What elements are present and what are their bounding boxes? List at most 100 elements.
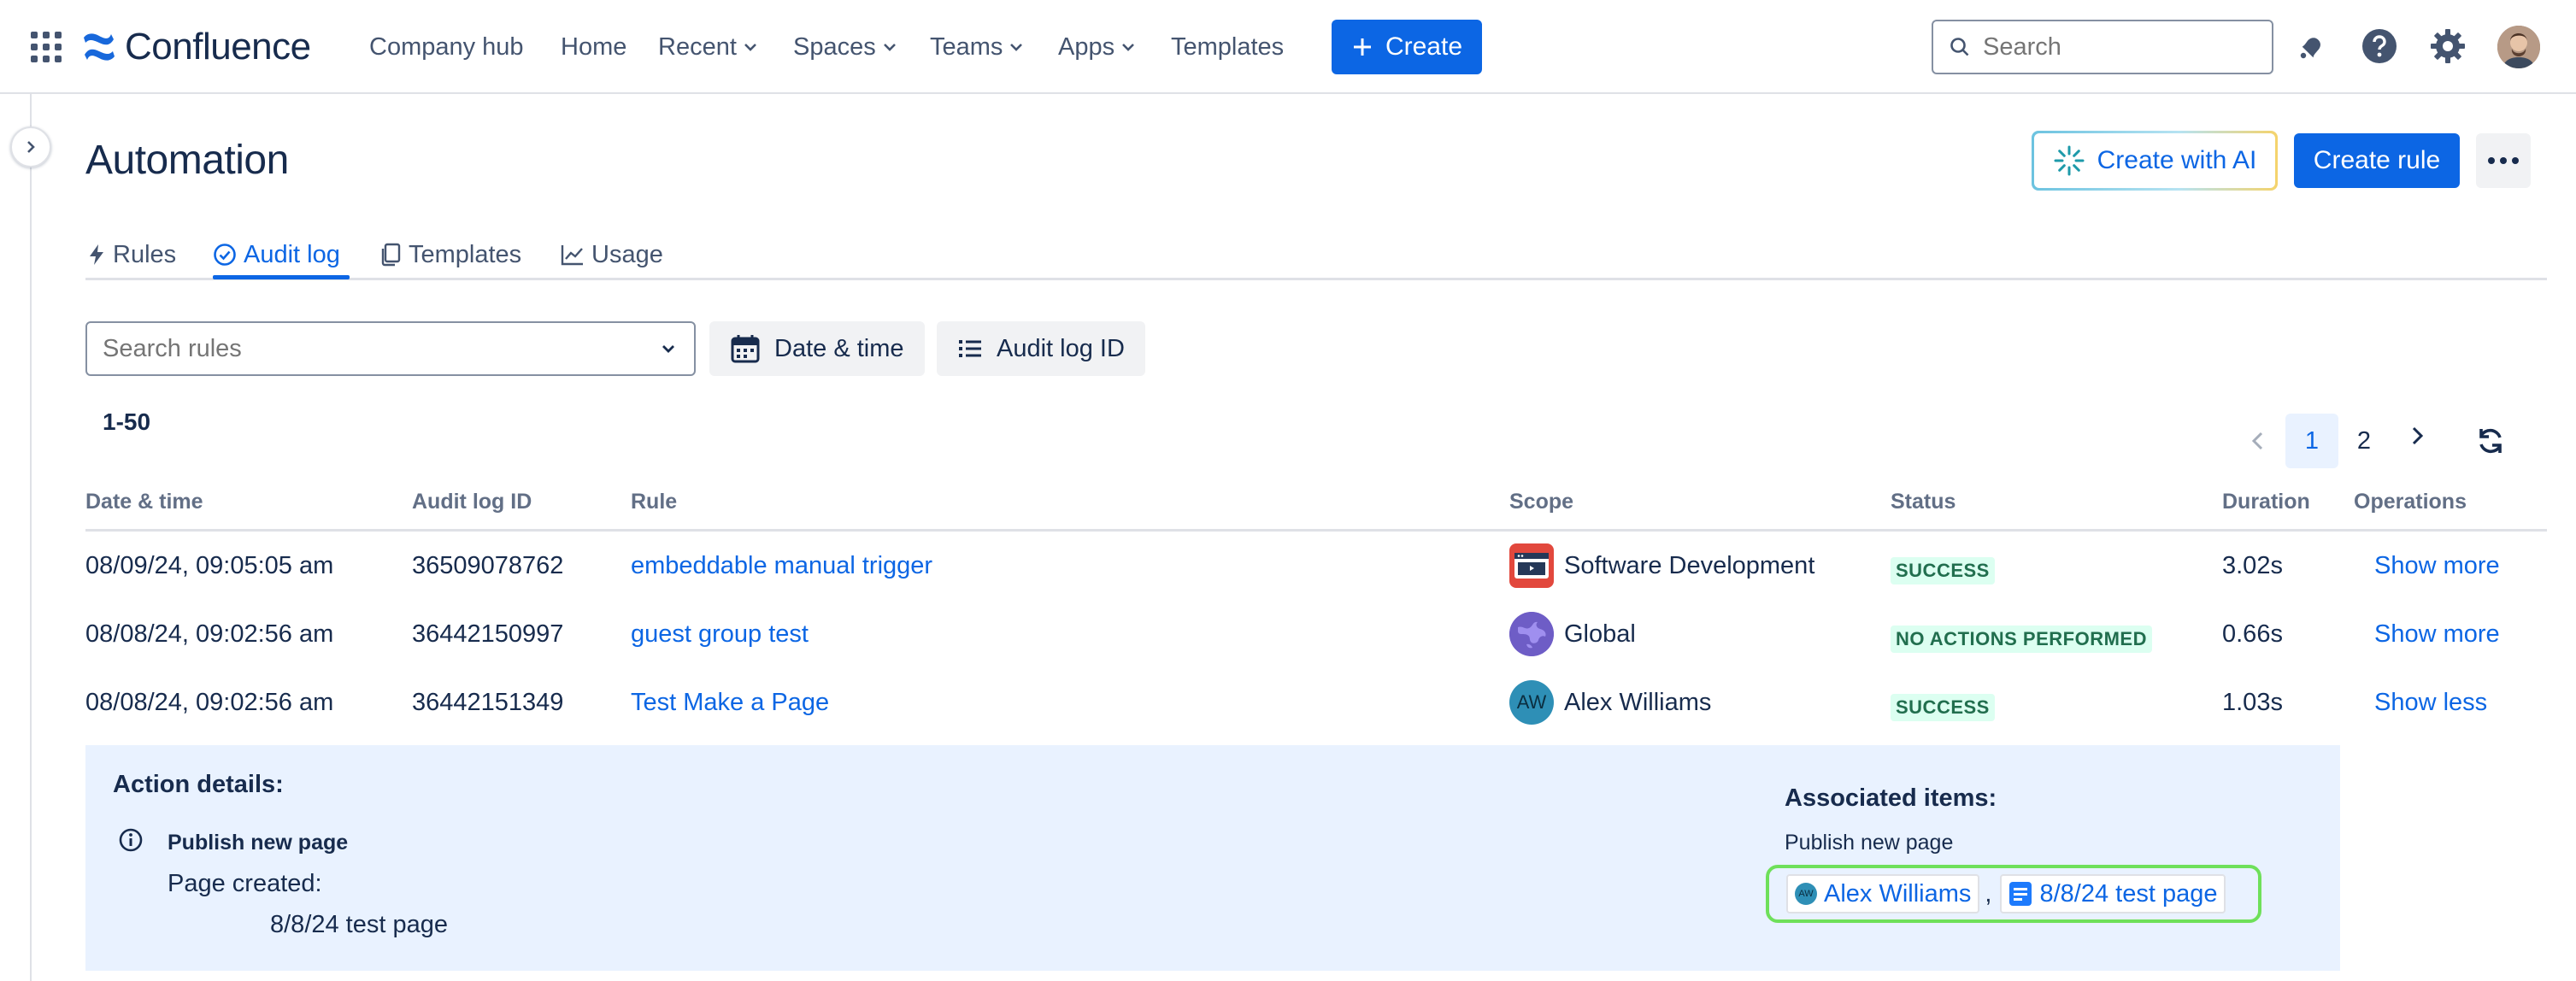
previous-page-button[interactable] xyxy=(2239,414,2277,468)
expand-sidebar-button[interactable] xyxy=(10,126,51,167)
audit-log-id-label: Audit log ID xyxy=(997,334,1125,362)
user-avatar: AW xyxy=(1795,883,1817,905)
nav-home[interactable]: Home xyxy=(561,27,626,67)
show-more-button[interactable]: Show more xyxy=(2374,552,2500,580)
global-search[interactable] xyxy=(1932,20,2273,74)
settings-icon[interactable] xyxy=(2427,26,2468,67)
column-header-rule[interactable]: Rule xyxy=(631,490,677,514)
confluence-logo-icon xyxy=(84,33,115,61)
tabs-divider xyxy=(85,278,2547,280)
create-with-ai-button[interactable]: Create with AI xyxy=(2032,131,2278,191)
scope-label: Global xyxy=(1564,620,1636,648)
action-name-link[interactable]: Publish new page xyxy=(168,831,348,855)
lightning-icon xyxy=(90,244,103,265)
nav-templates[interactable]: Templates xyxy=(1171,27,1284,67)
page-2-button[interactable]: 2 xyxy=(2345,414,2383,468)
page-title: Automation xyxy=(85,138,289,183)
chevron-down-icon xyxy=(1010,44,1023,51)
column-header-duration[interactable]: Duration xyxy=(2222,490,2310,514)
status-badge: NO ACTIONS PERFORMED xyxy=(1891,626,2152,653)
tab-audit-log[interactable]: Audit log xyxy=(213,236,340,273)
create-with-ai-label: Create with AI xyxy=(2097,146,2257,174)
notifications-icon[interactable] xyxy=(2291,26,2332,67)
associated-page-chip[interactable]: 8/8/24 test page xyxy=(2000,874,2226,913)
column-header-audit-log-id[interactable]: Audit log ID xyxy=(412,490,532,514)
ai-sparkle-icon xyxy=(2054,145,2085,176)
show-less-button[interactable]: Show less xyxy=(2374,689,2487,717)
tab-label: Audit log xyxy=(244,240,340,268)
nav-teams[interactable]: Teams xyxy=(930,27,1025,67)
page-created-value: 8/8/24 test page xyxy=(270,911,448,938)
nav-company-hub[interactable]: Company hub xyxy=(369,27,524,67)
nav-label: Recent xyxy=(658,32,737,61)
column-header-status[interactable]: Status xyxy=(1891,490,1956,514)
column-header-scope[interactable]: Scope xyxy=(1509,490,1573,514)
profile-avatar[interactable] xyxy=(2497,26,2540,68)
tab-templates[interactable]: Templates xyxy=(379,236,521,273)
status-badge: SUCCESS xyxy=(1891,557,1995,584)
search-input[interactable] xyxy=(1983,32,2256,62)
page-icon xyxy=(2009,882,2032,906)
status-badge: SUCCESS xyxy=(1891,694,1995,721)
date-time-filter-button[interactable]: Date & time xyxy=(709,321,925,376)
page-1-button[interactable]: 1 xyxy=(2285,414,2338,468)
cell-date-time: 08/08/24, 09:02:56 am xyxy=(85,689,334,716)
chevron-down-icon xyxy=(744,44,756,51)
cell-duration: 1.03s xyxy=(2222,689,2283,716)
date-time-label: Date & time xyxy=(774,334,904,362)
more-dot xyxy=(2500,157,2507,164)
search-rules-input[interactable] xyxy=(103,334,615,363)
list-icon xyxy=(959,340,981,357)
create-label: Create xyxy=(1385,32,1463,61)
associated-items-title: Associated items: xyxy=(1785,784,1997,812)
create-button[interactable]: Create xyxy=(1332,20,1482,74)
nav-apps[interactable]: Apps xyxy=(1058,27,1137,67)
table-header-divider xyxy=(85,529,2547,532)
user-avatar: AW xyxy=(1509,680,1554,725)
cell-duration: 0.66s xyxy=(2222,620,2283,648)
tab-usage[interactable]: Usage xyxy=(561,236,663,273)
tab-rules[interactable]: Rules xyxy=(87,236,176,273)
confluence-logo[interactable]: Confluence xyxy=(82,22,311,72)
refresh-icon xyxy=(2479,428,2502,454)
chevron-right-icon xyxy=(27,141,35,153)
info-icon xyxy=(119,828,143,852)
more-actions-button[interactable] xyxy=(2476,133,2531,188)
nav-recent[interactable]: Recent xyxy=(658,27,759,67)
tab-label: Templates xyxy=(409,240,522,268)
tab-label: Usage xyxy=(591,240,663,268)
scope-label: Alex Williams xyxy=(1564,688,1712,716)
nav-label: Apps xyxy=(1058,32,1115,61)
cell-duration: 3.02s xyxy=(2222,552,2283,579)
chevron-down-icon xyxy=(883,44,896,51)
check-circle-icon xyxy=(214,244,236,266)
rule-link[interactable]: embeddable manual trigger xyxy=(631,552,932,580)
next-page-button[interactable] xyxy=(2398,408,2436,463)
nav-spaces[interactable]: Spaces xyxy=(793,27,898,67)
cell-audit-log-id: 36442151349 xyxy=(412,689,564,716)
rule-link[interactable]: Test Make a Page xyxy=(631,689,829,717)
globe-icon xyxy=(1509,612,1554,656)
associated-items-list: AW Alex Williams , 8/8/24 test page xyxy=(1766,865,2261,923)
app-switcher-icon[interactable] xyxy=(29,30,63,64)
active-tab-indicator xyxy=(213,275,350,279)
column-header-date-time[interactable]: Date & time xyxy=(85,490,203,514)
refresh-button[interactable] xyxy=(2467,414,2514,468)
more-dot xyxy=(2512,157,2519,164)
page-number: 1 xyxy=(2304,426,2320,455)
search-rules-select[interactable] xyxy=(85,321,696,376)
create-rule-button[interactable]: Create rule xyxy=(2294,133,2460,188)
page-created-label: Page created: xyxy=(168,870,322,897)
line-chart-icon xyxy=(561,245,583,266)
chevron-left-icon xyxy=(2251,432,2263,450)
associated-user-name: Alex Williams xyxy=(1824,879,1972,908)
audit-log-id-filter-button[interactable]: Audit log ID xyxy=(937,321,1145,376)
separator: , xyxy=(1985,879,1992,908)
show-more-button[interactable]: Show more xyxy=(2374,620,2500,649)
help-icon[interactable] xyxy=(2359,26,2400,67)
nav-label: Home xyxy=(561,32,627,61)
space-icon xyxy=(1509,543,1554,588)
associated-user-chip[interactable]: AW Alex Williams xyxy=(1786,874,1980,913)
calendar-icon xyxy=(731,335,760,363)
rule-link[interactable]: guest group test xyxy=(631,620,809,649)
